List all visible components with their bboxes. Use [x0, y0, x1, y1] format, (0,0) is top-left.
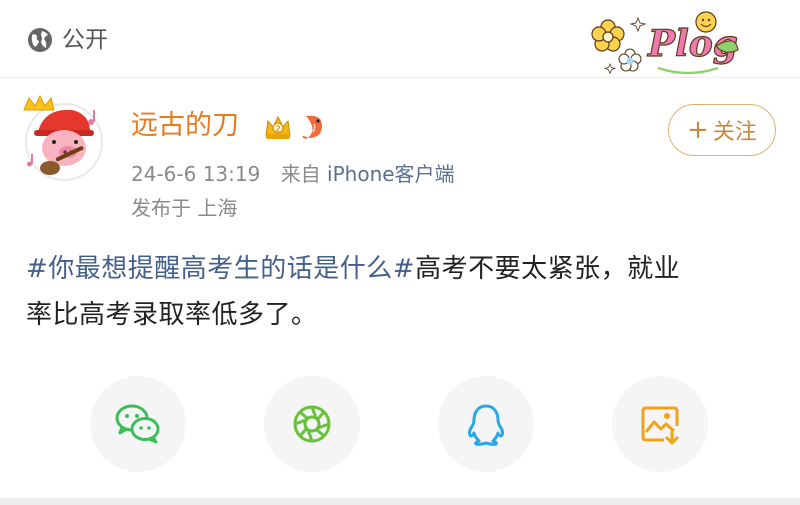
plog-sticker: Plog	[591, 11, 739, 75]
save-image-icon	[641, 406, 679, 445]
post-content: #你最想提醒高考生的话是什么#高考不要太紧张，就业 率比高考录取率低多了。	[26, 246, 786, 338]
post-time: 24-6-6 13:19	[131, 162, 261, 186]
shrimp-badge-icon[interactable]	[298, 110, 328, 142]
plus-icon: +	[687, 115, 709, 145]
follow-label: 关注	[712, 120, 757, 145]
share-moments-button[interactable]	[264, 376, 360, 472]
source-client-link[interactable]: iPhone客户端	[327, 162, 455, 186]
post-location: 发布于 上海	[131, 196, 238, 220]
follow-button[interactable]: + 关注	[668, 104, 776, 156]
svg-text:2: 2	[275, 125, 280, 134]
globe-icon	[28, 28, 52, 52]
share-row	[0, 376, 800, 476]
source-prefix: 来自	[280, 162, 321, 186]
moments-icon	[293, 405, 331, 443]
share-qq-button[interactable]	[438, 376, 534, 472]
wechat-icon	[115, 404, 160, 444]
share-wechat-button[interactable]	[90, 376, 186, 472]
post-meta: 24-6-6 13:19 来自 iPhone客户端	[131, 160, 455, 188]
author-name[interactable]: 远古的刀	[131, 108, 239, 144]
avatar[interactable]	[20, 92, 104, 184]
save-image-button[interactable]	[612, 376, 708, 472]
top-bar: 公开 Plog	[0, 0, 800, 78]
bottom-divider	[0, 498, 800, 505]
visibility-label[interactable]: 公开	[62, 24, 108, 56]
content-text-1: 高考不要太紧张，就业	[415, 254, 681, 284]
hashtag-link[interactable]: #你最想提醒高考生的话是什么#	[26, 254, 415, 284]
crown-badge-icon[interactable]: 2	[262, 111, 294, 143]
divider	[0, 77, 800, 78]
content-text-2: 率比高考录取率低多了。	[26, 300, 318, 330]
qq-icon	[468, 404, 504, 446]
